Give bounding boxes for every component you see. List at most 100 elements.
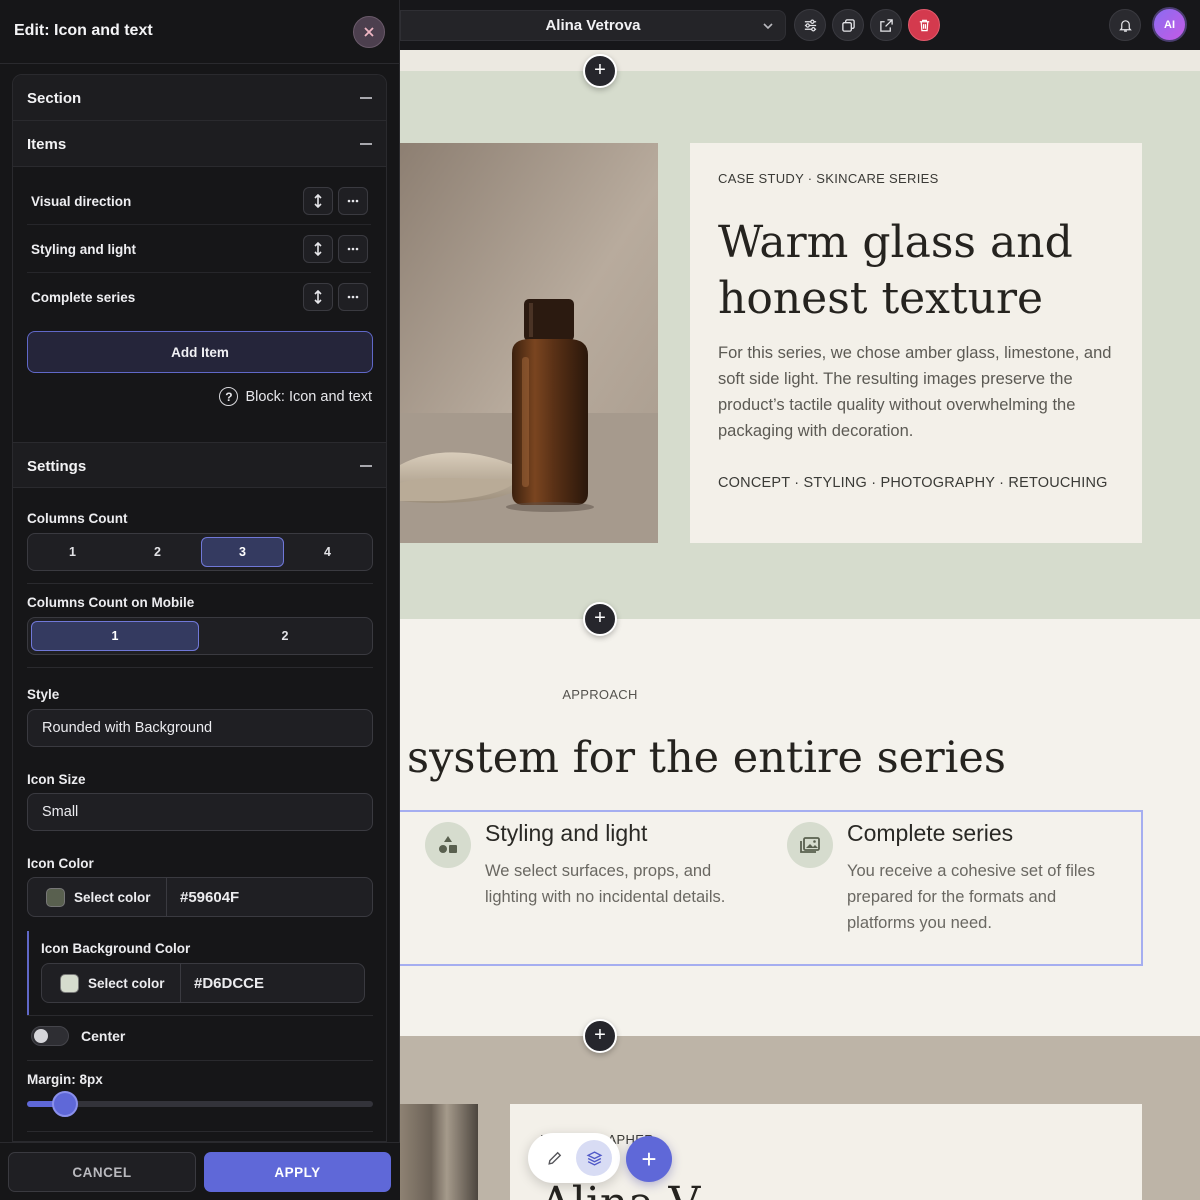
case-study-eyebrow: CASE STUDY · SKINCARE SERIES <box>718 171 939 186</box>
panel-content: Section Items Visual direction Styling a… <box>12 74 387 1142</box>
style-select[interactable]: Rounded with Background <box>27 709 373 747</box>
add-section-button[interactable]: + <box>583 54 617 88</box>
images-icon <box>800 837 820 853</box>
add-item-button[interactable]: Add Item <box>27 331 373 373</box>
item-menu-button[interactable] <box>338 187 368 215</box>
block-type-text: Block: Icon and text <box>245 388 372 405</box>
avatar[interactable]: AI <box>1152 7 1187 42</box>
list-item[interactable]: Complete series <box>27 273 371 321</box>
margin-slider-handle[interactable] <box>52 1091 79 1117</box>
edit-button[interactable] <box>536 1140 572 1176</box>
divider <box>27 1060 373 1061</box>
close-button[interactable] <box>353 16 385 48</box>
mobile-columns-option-1[interactable]: 1 <box>31 621 199 651</box>
accordion-settings[interactable]: Settings <box>13 442 386 488</box>
icon-color-label: Icon Color <box>27 856 94 871</box>
about-section[interactable]: PHOTOGRAPHER Alina V <box>400 1036 1200 1200</box>
columns-option-2[interactable]: 2 <box>116 537 199 567</box>
drag-vertical-icon <box>314 290 322 304</box>
amber-bottle-illustration <box>400 143 658 543</box>
notifications-button[interactable] <box>1109 9 1141 41</box>
hero-description: For this series, we chose amber glass, l… <box>718 344 1112 440</box>
top-toolbar: Alina Vetrova AI <box>400 0 1200 50</box>
about-photo <box>400 1104 478 1200</box>
drag-vertical-icon <box>314 242 322 256</box>
columns-option-4[interactable]: 4 <box>286 537 369 567</box>
open-external-button[interactable] <box>870 9 902 41</box>
bell-icon <box>1118 19 1132 32</box>
site-name: Alina Vetrova <box>545 17 641 34</box>
columns-count-label: Columns Count <box>27 511 128 526</box>
case-study-card[interactable]: CASE STUDY · SKINCARE SERIES Warm glass … <box>690 143 1142 543</box>
accordion-label: Items <box>27 136 67 153</box>
columns-option-1[interactable]: 1 <box>31 537 114 567</box>
icon-bg-color-group: Icon Background Color Select color #D6DC… <box>27 931 373 1015</box>
select-color-label[interactable]: Select color <box>88 976 165 991</box>
cancel-button[interactable]: CANCEL <box>8 1152 196 1192</box>
divider <box>180 964 181 1002</box>
more-horizontal-icon <box>347 295 359 299</box>
accordion-section[interactable]: Section <box>13 75 386 121</box>
trash-icon <box>919 19 929 31</box>
reorder-handle[interactable] <box>303 235 333 263</box>
apply-button[interactable]: APPLY <box>204 1152 391 1192</box>
approach-section[interactable]: APPROACH al system for the entire series… <box>400 619 1200 1036</box>
settings-button[interactable] <box>794 9 826 41</box>
style-label: Style <box>27 687 60 702</box>
icon-bg-color-picker[interactable]: Select color #D6DCCE <box>41 963 365 1003</box>
help-icon[interactable]: ? <box>219 387 239 406</box>
hero-section[interactable]: CASE STUDY · SKINCARE SERIES Warm glass … <box>400 50 1200 619</box>
list-item[interactable]: Visual direction <box>27 177 371 225</box>
accordion-label: Settings <box>27 458 87 475</box>
icon-size-select[interactable]: Small <box>27 793 373 831</box>
center-toggle[interactable] <box>31 1026 69 1046</box>
panel-footer: CANCEL APPLY <box>0 1142 400 1200</box>
columns-count-selector: 1 2 3 4 <box>27 533 373 571</box>
accordion-items[interactable]: Items <box>13 121 386 167</box>
site-selector[interactable]: Alina Vetrova <box>400 10 786 41</box>
columns-mobile-selector: 1 2 <box>27 617 373 655</box>
hex-value[interactable]: #59604F <box>180 889 239 906</box>
icon-text-block-selected[interactable]: Styling and light We select surfaces, pr… <box>400 810 1143 966</box>
icon-size-label: Icon Size <box>27 772 86 787</box>
item-menu-button[interactable] <box>338 235 368 263</box>
columns-mobile-label: Columns Count on Mobile <box>27 595 195 610</box>
services-tags: CONCEPT · STYLING · PHOTOGRAPHY · RETOUC… <box>718 475 1108 491</box>
plus-icon: + <box>641 1143 657 1174</box>
columns-option-3[interactable]: 3 <box>201 537 284 567</box>
divider <box>27 583 373 584</box>
add-section-button[interactable]: + <box>583 602 617 636</box>
layers-button[interactable] <box>576 1140 612 1176</box>
shapes-icon <box>439 836 457 853</box>
add-section-button[interactable]: + <box>583 1019 617 1053</box>
reorder-handle[interactable] <box>303 187 333 215</box>
panel-title: Edit: Icon and text <box>14 22 153 39</box>
divider <box>27 667 373 668</box>
collapse-icon <box>360 97 372 99</box>
hex-value[interactable]: #D6DCCE <box>194 975 264 992</box>
reorder-handle[interactable] <box>303 283 333 311</box>
icon-color-picker[interactable]: Select color #59604F <box>27 877 373 917</box>
margin-slider-track[interactable] <box>27 1101 373 1107</box>
item-menu-button[interactable] <box>338 283 368 311</box>
add-block-button[interactable]: + <box>626 1136 672 1182</box>
drag-vertical-icon <box>314 194 322 208</box>
sliders-icon <box>804 19 816 31</box>
select-color-label[interactable]: Select color <box>74 890 151 905</box>
approach-title: al system for the entire series <box>400 733 1006 783</box>
color-swatch[interactable] <box>60 974 79 993</box>
toggle-knob <box>34 1029 48 1043</box>
color-swatch[interactable] <box>46 888 65 907</box>
list-item[interactable]: Styling and light <box>27 225 371 273</box>
delete-button[interactable] <box>908 9 940 41</box>
feature-description: You receive a cohesive set of files prep… <box>847 862 1095 932</box>
mobile-columns-option-2[interactable]: 2 <box>201 621 369 651</box>
more-horizontal-icon <box>347 247 359 251</box>
close-icon <box>364 27 374 37</box>
duplicate-button[interactable] <box>832 9 864 41</box>
editor-panel: Edit: Icon and text Section Items Visual… <box>0 0 400 1200</box>
duplicate-icon <box>841 18 855 32</box>
feature-description: We select surfaces, props, and lighting … <box>485 862 726 906</box>
block-type-label: ? Block: Icon and text <box>219 387 372 406</box>
plus-icon: + <box>594 1024 606 1046</box>
